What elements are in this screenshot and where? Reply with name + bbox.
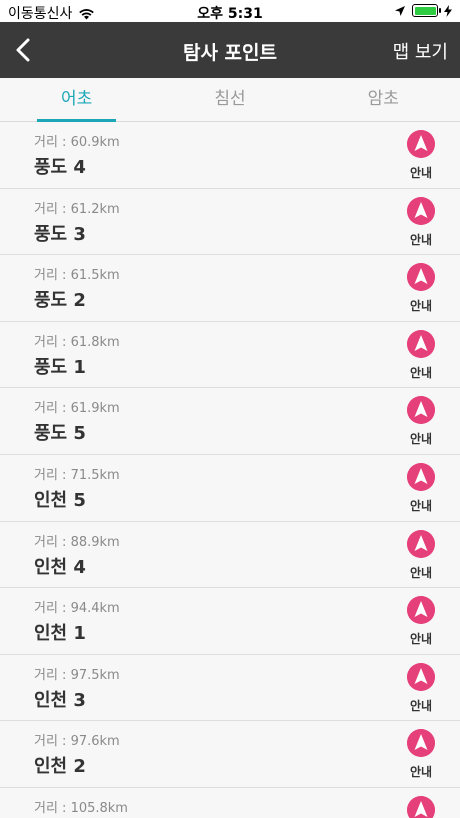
list-item[interactable]: 거리 : 61.8km 풍도 1 안내 [0,321,460,389]
charging-bolt-icon [444,4,452,17]
navigation-arrow-icon [407,729,435,758]
page-title: 탐사 포인트 [182,42,277,64]
list-item[interactable]: 거리 : 60.9km 풍도 4 안내 [0,122,460,189]
navigation-arrow-icon [407,130,435,158]
distance-label: 거리 : 61.8km [34,334,120,350]
status-time: 오후 5:31 [197,6,263,22]
distance-label: 거리 : 71.5km [34,467,120,483]
navigation-arrow-icon [407,529,435,558]
point-list: 거리 : 60.9km 풍도 4 안내 거리 : 61.2km 풍도 3 안내 거리 : 6… [0,122,460,818]
navigation-arrow-icon [407,596,435,625]
guide-button[interactable]: 안내 [406,130,436,181]
guide-label: 안내 [409,632,433,647]
point-name: 풍도 5 [34,423,86,445]
status-bar: 이동통신사 오후 5:31 [0,0,460,22]
list-item[interactable]: 거리 : 88.9km 인천 4 안내 [0,521,460,589]
guide-label: 안내 [409,166,433,180]
distance-label: 거리 : 60.9km [34,135,120,150]
status-right [394,4,452,17]
point-name: 인천 2 [34,756,86,778]
guide-label: 안내 [409,365,433,380]
location-arrow-icon [395,5,405,16]
guide-label: 안내 [409,232,433,247]
point-name: 풍도 1 [34,356,86,378]
list-item[interactable]: 거리 : 94.4km 인천 1 안내 [0,588,460,655]
distance-label: 거리 : 97.6km [34,734,120,750]
guide-button[interactable]: 안내 [406,795,436,818]
guide-label: 안내 [409,498,433,513]
distance-label: 거리 : 61.5km [34,268,120,284]
distance-label: 거리 : 88.9km [34,534,120,550]
navigation-arrow-icon [407,462,435,491]
guide-button[interactable]: 안내 [406,462,436,514]
point-name: 인천 3 [34,689,86,711]
navigation-arrow-icon [407,662,435,691]
list-item[interactable]: 거리 : 97.5km 인천 3 안내 [0,654,460,722]
navigation-arrow-icon [407,795,435,818]
navigation-arrow-icon [407,196,435,225]
tab-rock-reef[interactable]: 암초 [307,78,460,121]
list-item[interactable]: 거리 : 97.6km 인천 2 안내 [0,721,460,788]
point-name: 풍도 4 [34,157,86,178]
list-item[interactable]: 거리 : 61.2km 풍도 3 안내 [0,188,460,256]
guide-label: 안내 [409,698,433,713]
guide-button[interactable]: 안내 [406,329,436,381]
category-tabs: 어초 침선 암초 [0,78,460,122]
list-item[interactable]: 거리 : 105.8km 안내 [0,787,460,818]
guide-button[interactable]: 안내 [406,396,436,447]
distance-label: 거리 : 61.2km [34,201,120,217]
point-name: 인천 1 [34,623,86,645]
navigation-bar: 탐사 포인트 맵 보기 [0,22,460,78]
guide-button[interactable]: 안내 [406,662,436,714]
distance-label: 거리 : 94.4km [34,601,120,617]
map-view-button[interactable]: 맵 보기 [393,38,448,64]
guide-button[interactable]: 안내 [406,529,436,581]
list-item[interactable]: 거리 : 71.5km 인천 5 안내 [0,454,460,522]
list-item[interactable]: 거리 : 61.5km 풍도 2 안내 [0,255,460,322]
navigation-arrow-icon [407,263,435,292]
distance-label: 거리 : 97.5km [34,667,120,683]
list-item[interactable]: 거리 : 61.9km 풍도 5 안내 [0,388,460,455]
point-name: 인천 5 [34,489,86,511]
distance-label: 거리 : 61.9km [34,401,120,417]
guide-label: 안내 [409,432,433,447]
guide-label: 안내 [409,765,433,780]
guide-button[interactable]: 안내 [406,729,436,780]
guide-button[interactable]: 안내 [406,263,436,314]
distance-label: 거리 : 105.8km [34,800,128,816]
point-name: 풍도 2 [34,290,86,312]
tab-reef[interactable]: 어초 [0,78,153,122]
guide-label: 안내 [409,565,433,580]
guide-label: 안내 [409,299,433,314]
guide-button[interactable]: 안내 [406,196,436,248]
point-name: 인천 4 [34,556,86,578]
navigation-arrow-icon [407,396,435,425]
battery-icon [412,4,441,17]
guide-button[interactable]: 안내 [406,596,436,647]
point-name: 풍도 3 [34,223,86,245]
tab-shipwreck[interactable]: 침선 [153,78,306,121]
navigation-arrow-icon [407,329,435,358]
